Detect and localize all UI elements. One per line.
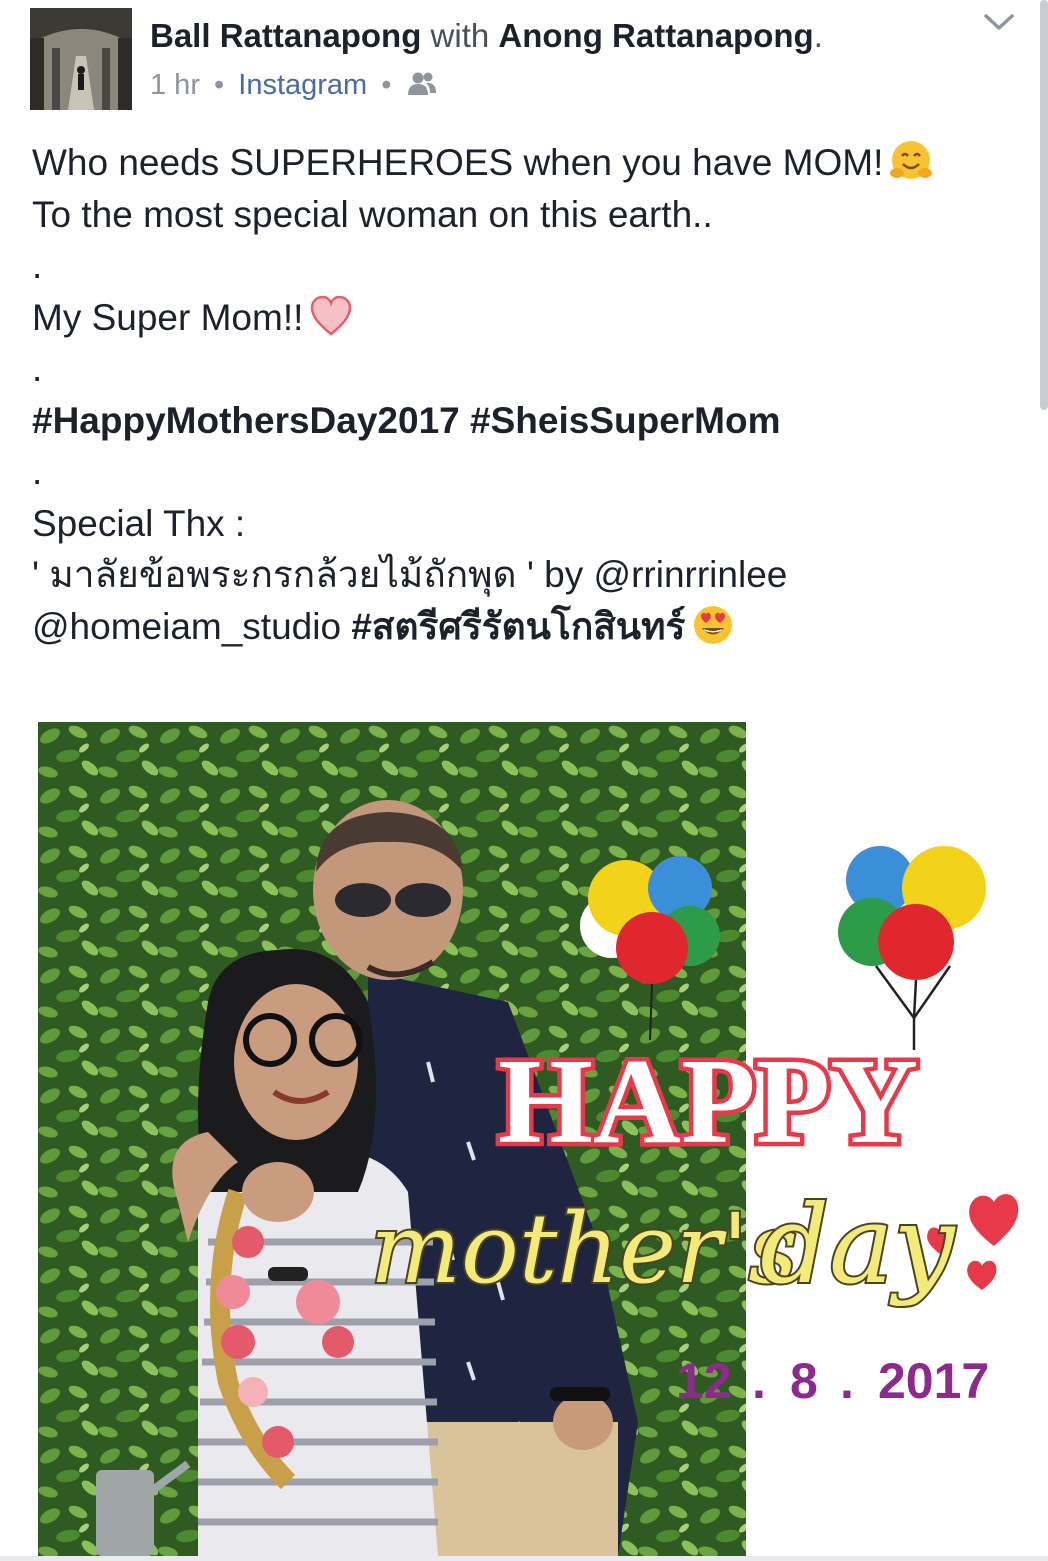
post-line-text: ' มาลัยข้อพระกรกล้วยไม้ถักพุด ' — [32, 554, 534, 595]
meta-separator: • — [381, 69, 392, 101]
post-photo[interactable] — [38, 722, 746, 1556]
post-line: @homeiam_studio #สตรีศรีรัตนโกสินทร์ — [32, 601, 1022, 653]
greeting-card-panel — [746, 722, 1040, 1556]
post-line: . — [32, 245, 43, 286]
post-text: Who needs SUPERHEROES when you have MOM!… — [32, 137, 1022, 652]
post-line: #HappyMothersDay2017 #SheisSuperMom — [32, 395, 1022, 447]
post-line: Special Thx : — [32, 502, 246, 544]
post-time[interactable]: 1 hr — [150, 69, 200, 101]
mention-link[interactable]: @homeiam_studio — [32, 606, 341, 647]
meta-separator: • — [214, 69, 225, 101]
hashtag-link[interactable]: #สตรีศรีรัตนโกสินทร์ — [351, 606, 685, 647]
chevron-down-icon[interactable] — [982, 10, 1016, 34]
heart-eyes-emoji — [691, 603, 735, 647]
tagged-name[interactable]: Anong Rattanapong — [498, 17, 813, 54]
post-header: Ball Rattanapong with Anong Rattanapong. — [150, 16, 823, 56]
author-name[interactable]: Ball Rattanapong — [150, 17, 421, 54]
post-line: To the most special woman on this earth.… — [32, 193, 713, 235]
hashtag-link[interactable]: #HappyMothersDay2017 — [32, 400, 460, 441]
post-line: ' มาลัยข้อพระกรกล้วยไม้ถักพุด ' by @rrin… — [32, 549, 1022, 601]
post-line-text: My Super Mom!! — [32, 296, 304, 338]
post-line-text: Who needs SUPERHEROES when you have MOM! — [32, 142, 884, 183]
hugging-face-emoji — [889, 139, 933, 183]
header-period: . — [813, 17, 823, 54]
post-line: Who needs SUPERHEROES when you have MOM! — [32, 137, 1022, 189]
friends-icon[interactable] — [406, 69, 438, 95]
post-divider — [0, 1556, 1048, 1561]
mention-link[interactable]: by @rrinrrinlee — [544, 554, 787, 595]
scrollbar[interactable] — [1040, 0, 1048, 410]
with-word: with — [430, 17, 490, 54]
post-meta: 1 hr • Instagram • — [150, 66, 438, 104]
post-source[interactable]: Instagram — [238, 69, 367, 101]
post-line: . — [32, 348, 43, 389]
author-avatar[interactable] — [30, 8, 132, 110]
post-line: . — [32, 451, 43, 492]
post-line: My Super Mom!! — [32, 292, 1022, 344]
heart-emoji — [309, 294, 353, 338]
hashtag-link[interactable]: #SheisSuperMom — [470, 400, 780, 441]
